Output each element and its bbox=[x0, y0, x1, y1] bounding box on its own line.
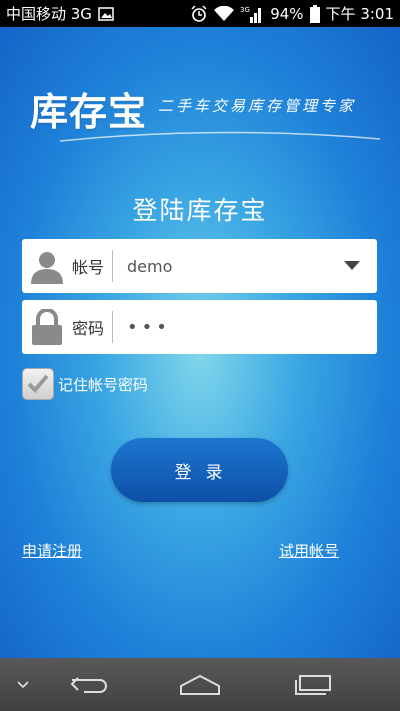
alarm-icon bbox=[190, 4, 208, 23]
battery-icon bbox=[309, 4, 320, 23]
field-divider bbox=[112, 311, 113, 343]
signal-3g-icon: 3G bbox=[240, 5, 264, 23]
svg-text:3G: 3G bbox=[240, 6, 250, 14]
home-icon[interactable] bbox=[172, 658, 228, 711]
login-screen: 库存宝 二手车交易库存管理专家 登陆库存宝 帐号 demo 密码 ••• 记住帐… bbox=[0, 27, 400, 658]
navigation-bar bbox=[0, 658, 400, 711]
account-label: 帐号 bbox=[72, 258, 105, 277]
login-button[interactable]: 登录 bbox=[111, 438, 288, 502]
swoosh-decoration bbox=[60, 131, 380, 142]
lock-icon bbox=[22, 300, 72, 354]
trial-account-link[interactable]: 试用帐号 bbox=[279, 540, 339, 561]
back-icon[interactable] bbox=[62, 658, 116, 711]
image-icon bbox=[98, 6, 114, 21]
carrier-label: 中国移动 3G bbox=[6, 5, 92, 23]
battery-percent: 94% bbox=[270, 4, 304, 23]
chevron-down-icon[interactable] bbox=[8, 658, 38, 711]
status-bar: 中国移动 3G 3G 94% 下午 3:01 bbox=[0, 0, 400, 27]
recents-icon[interactable] bbox=[286, 658, 340, 711]
wifi-icon bbox=[214, 5, 235, 22]
register-link[interactable]: 申请注册 bbox=[22, 540, 82, 561]
app-slogan: 二手车交易库存管理专家 bbox=[158, 97, 357, 115]
remember-row[interactable]: 记住帐号密码 bbox=[22, 368, 148, 400]
account-input[interactable]: demo bbox=[127, 257, 327, 276]
password-input[interactable]: ••• bbox=[127, 317, 377, 338]
field-divider bbox=[112, 250, 113, 282]
password-label: 密码 bbox=[72, 319, 105, 338]
remember-label: 记住帐号密码 bbox=[58, 375, 149, 394]
account-field[interactable]: 帐号 demo bbox=[22, 239, 377, 293]
remember-checkbox[interactable] bbox=[22, 368, 54, 400]
account-dropdown-button[interactable] bbox=[327, 239, 377, 293]
user-icon bbox=[22, 239, 72, 293]
clock: 下午 3:01 bbox=[325, 5, 394, 23]
login-title: 登陆库存宝 bbox=[132, 196, 268, 225]
password-field[interactable]: 密码 ••• bbox=[22, 300, 377, 354]
check-icon bbox=[27, 374, 49, 393]
dropdown-arrow-icon bbox=[344, 261, 360, 270]
